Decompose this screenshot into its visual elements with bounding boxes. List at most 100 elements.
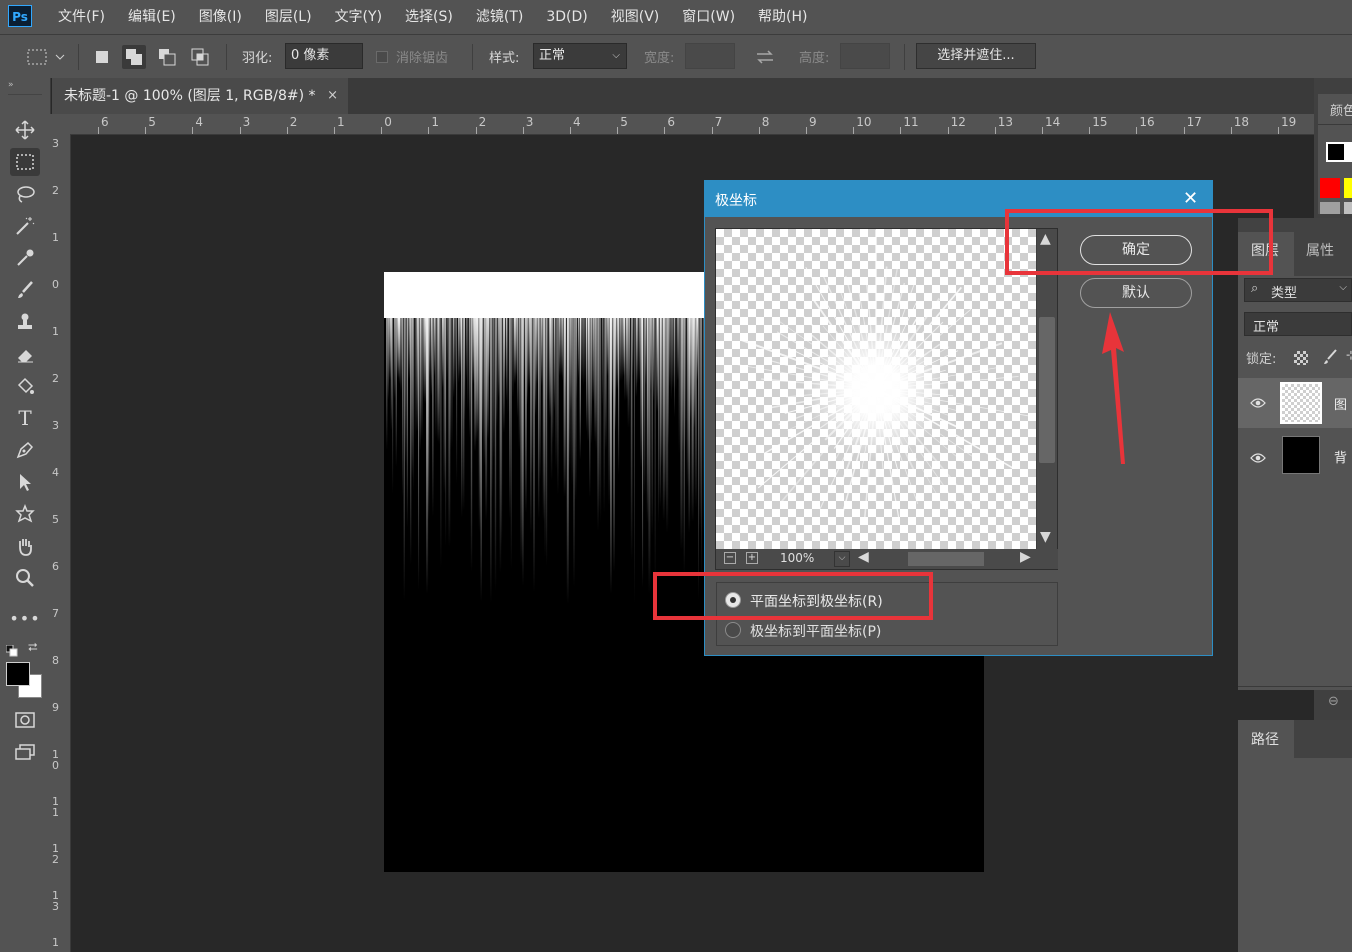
width-input[interactable]	[685, 43, 735, 69]
lock-pixels-icon[interactable]	[1322, 348, 1338, 370]
more-tools-icon[interactable]: •••	[9, 604, 40, 632]
antialias-checkbox[interactable]	[376, 51, 388, 63]
menu-item-7[interactable]: 3D(D)	[534, 0, 598, 34]
zoom-out-icon[interactable]: −	[724, 552, 736, 564]
menu-item-0[interactable]: 文件(F)	[46, 0, 116, 34]
layer-row-layer1[interactable]: 图	[1238, 378, 1352, 428]
ruler-tick	[428, 127, 430, 134]
magic-wand-tool-icon[interactable]	[10, 212, 40, 240]
eye-icon[interactable]	[1250, 449, 1266, 468]
ruler-label: 13	[52, 889, 59, 913]
marquee-preset-icon[interactable]	[22, 46, 66, 68]
quick-mask-icon[interactable]	[10, 706, 40, 734]
antialias-label: 消除锯齿	[396, 51, 449, 66]
ruler-tick	[664, 127, 666, 134]
style-select[interactable]: 正常 ⌵	[533, 43, 627, 69]
zoom-in-icon[interactable]: +	[746, 552, 758, 564]
default-button[interactable]: 默认	[1080, 278, 1192, 308]
link-layers-icon[interactable]: ⊖	[1328, 694, 1339, 709]
swatch-gray-2[interactable]	[1344, 202, 1352, 214]
swatch-yellow[interactable]	[1344, 178, 1352, 198]
add-selection-icon[interactable]	[122, 45, 146, 69]
menu-item-5[interactable]: 选择(S)	[393, 0, 464, 34]
filter-preview[interactable]	[716, 229, 1036, 549]
eyedropper-tool-icon[interactable]	[10, 244, 40, 272]
lock-transparency-icon[interactable]	[1294, 351, 1308, 365]
blend-mode-select[interactable]: 正常	[1244, 312, 1352, 336]
default-colors-icon[interactable]	[5, 642, 18, 657]
close-icon[interactable]: ✕	[1183, 188, 1198, 209]
collapse-icon[interactable]: »	[8, 80, 14, 90]
select-and-mask-button[interactable]: 选择并遮住...	[916, 43, 1036, 69]
menu-item-2[interactable]: 图像(I)	[187, 0, 253, 34]
brush-tool-icon[interactable]	[10, 276, 40, 304]
ruler-label: 0	[384, 115, 392, 129]
properties-tab[interactable]: 属性	[1306, 240, 1334, 260]
color-panel: 颜色	[1318, 94, 1352, 214]
layer-row-background[interactable]: 背	[1238, 430, 1352, 480]
foreground-color-swatch[interactable]	[6, 662, 30, 686]
height-input[interactable]	[840, 43, 890, 69]
ruler-label: 8	[52, 654, 59, 667]
ruler-tick	[145, 127, 147, 134]
shape-tool-icon[interactable]	[10, 500, 40, 528]
menu-item-4[interactable]: 文字(Y)	[323, 0, 393, 34]
vertical-ruler[interactable]: 3 2 1 0 1 2 3 4 5 6 7 8 9 10 11 12 13 1	[50, 134, 71, 952]
menu-item-1[interactable]: 编辑(E)	[116, 0, 187, 34]
swatch-red[interactable]	[1320, 178, 1340, 198]
move-tool-icon[interactable]	[10, 116, 40, 144]
type-tool-icon[interactable]: T	[10, 404, 40, 432]
eye-icon[interactable]	[1250, 394, 1266, 413]
lasso-tool-icon[interactable]	[10, 180, 40, 208]
hand-tool-icon[interactable]	[10, 532, 40, 560]
layer1-thumbnail	[1280, 382, 1322, 424]
intersect-selection-icon[interactable]	[188, 45, 212, 69]
swatch-gray[interactable]	[1320, 202, 1340, 214]
scroll-down-icon[interactable]: ▼	[1040, 529, 1051, 545]
horizontal-scroll-thumb[interactable]	[908, 552, 984, 566]
zoom-tool-icon[interactable]	[10, 564, 40, 592]
swatch-white[interactable]	[1346, 142, 1352, 162]
document-tab[interactable]: 未标题-1 @ 100% (图层 1, RGB/8#) * ×	[52, 78, 348, 114]
ruler-tick	[617, 127, 619, 134]
ruler-label: 1	[337, 115, 345, 129]
paths-tab-label: 路径	[1251, 732, 1279, 748]
scroll-thumb[interactable]	[1039, 317, 1055, 463]
swap-colors-icon[interactable]: ⮂	[28, 640, 38, 655]
stamp-tool-icon[interactable]	[10, 308, 40, 336]
screen-mode-icon[interactable]	[10, 738, 40, 766]
menu-list: 文件(F) 编辑(E) 图像(I) 图层(L) 文字(Y) 选择(S) 滤镜(T) 3D(D)…	[46, 0, 819, 34]
layer-filter-select[interactable]: ⌕ 类型 ⌵	[1244, 278, 1352, 302]
color-panel-tab[interactable]: 颜色	[1330, 100, 1352, 119]
menu-item-3[interactable]: 图层(L)	[253, 0, 323, 34]
feather-label: 羽化:	[242, 51, 273, 66]
menu-item-10[interactable]: 帮助(H)	[746, 0, 818, 34]
scroll-left-icon[interactable]: ◀	[858, 549, 869, 565]
scroll-right-icon[interactable]: ▶	[1020, 549, 1031, 565]
radio-polar-to-rect[interactable]: 极坐标到平面坐标(P)	[725, 619, 925, 641]
path-select-tool-icon[interactable]	[10, 468, 40, 496]
preview-vertical-scrollbar[interactable]: ▲ ▼	[1037, 229, 1057, 549]
rect-marquee-tool-icon[interactable]	[10, 148, 40, 176]
ruler-tick	[1042, 127, 1043, 134]
preview-starburst	[735, 229, 1031, 521]
swatch-black[interactable]	[1326, 142, 1346, 162]
pen-tool-icon[interactable]	[10, 436, 40, 464]
lock-position-icon[interactable]: ⊹	[1346, 348, 1352, 362]
feather-input[interactable]: 0 像素	[285, 43, 363, 69]
menu-item-9[interactable]: 窗口(W)	[670, 0, 746, 34]
background-layer-name: 背	[1334, 451, 1348, 466]
menu-item-8[interactable]: 视图(V)	[599, 0, 671, 34]
eraser-tool-icon[interactable]	[10, 340, 40, 368]
menu-item-6[interactable]: 滤镜(T)	[464, 0, 534, 34]
close-tab-icon[interactable]: ×	[327, 78, 338, 114]
ruler-label: 11	[903, 115, 919, 129]
new-selection-icon[interactable]	[90, 45, 114, 69]
subtract-selection-icon[interactable]	[155, 45, 179, 69]
horizontal-ruler[interactable]: 6 5 4 3 2 1 0 1 2 3 4 5 6 7 8 9 10 11 12 13 14 15 16 17 18 19	[70, 114, 1314, 135]
paint-bucket-tool-icon[interactable]	[10, 372, 40, 400]
zoom-dropdown-icon[interactable]: ⌵	[834, 551, 850, 567]
ruler-label: 0	[52, 278, 59, 291]
ruler-tick	[381, 127, 383, 134]
swap-dimensions-icon[interactable]	[754, 48, 776, 66]
